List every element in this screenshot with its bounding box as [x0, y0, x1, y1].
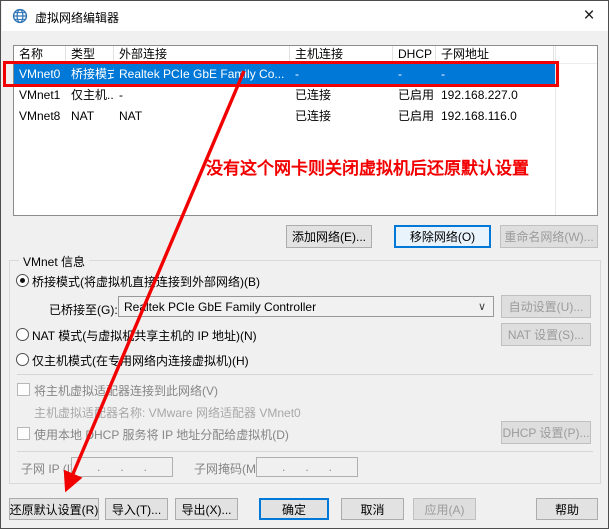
column-header-name[interactable]: 名称	[14, 46, 66, 64]
subnet-mask-input: . . .	[256, 457, 358, 477]
bridged-mode-radio[interactable]	[16, 274, 29, 287]
host-only-mode-radio-label[interactable]: 仅主机模式(在专用网络内连接虚拟机)(H)	[32, 352, 249, 369]
help-button[interactable]: 帮助	[536, 498, 598, 520]
cell-external: -	[114, 85, 290, 106]
title-bar: 虚拟网络编辑器 ×	[2, 1, 609, 31]
nat-mode-radio-label[interactable]: NAT 模式(与虚拟机共享主机的 IP 地址)(N)	[32, 327, 257, 344]
subnet-ip-label: 子网 IP (I):	[21, 460, 77, 477]
column-header-filler	[554, 46, 597, 64]
rename-network-button: 重命名网络(W)...	[500, 225, 598, 248]
cell-host: 已连接	[290, 85, 393, 106]
red-annotation-text: 没有这个网卡则关闭虚拟机后还原默认设置	[206, 154, 529, 179]
connect-host-adapter-checkbox-label: 将主机虚拟适配器连接到此网络(V)	[34, 382, 218, 399]
nat-settings-button: NAT 设置(S)...	[501, 323, 591, 346]
ok-button[interactable]: 确定	[259, 498, 329, 520]
subnet-mask-label: 子网掩码(M):	[194, 460, 263, 477]
column-header-type[interactable]: 类型	[66, 46, 114, 64]
auto-settings-button: 自动设置(U)...	[501, 295, 591, 318]
table-row-vmnet1[interactable]: VMnet1 仅主机... - 已连接 已启用 192.168.227.0	[14, 85, 554, 106]
bridged-to-label: 已桥接至(G):	[49, 301, 118, 318]
host-only-mode-radio[interactable]	[16, 353, 29, 366]
table-row-vmnet0[interactable]: VMnet0 桥接模式 Realtek PCIe GbE Family Co..…	[14, 64, 555, 85]
bridged-to-selected-value: Realtek PCIe GbE Family Controller	[119, 300, 478, 314]
column-header-dhcp[interactable]: DHCP	[393, 46, 436, 64]
import-button[interactable]: 导入(T)...	[105, 498, 168, 520]
virtual-network-editor-window: 虚拟网络编辑器 × 名称 类型 外部连接 主机连接 DHCP 子网地址 VMne…	[0, 0, 609, 529]
table-header: 名称 类型 外部连接 主机连接 DHCP 子网地址	[14, 46, 597, 64]
remove-network-button[interactable]: 移除网络(O)	[394, 225, 491, 248]
window-title: 虚拟网络编辑器	[35, 9, 119, 26]
cancel-button[interactable]: 取消	[341, 498, 404, 520]
bridged-mode-radio-label[interactable]: 桥接模式(将虚拟机直接连接到外部网络)(B)	[32, 273, 260, 290]
table-row-vmnet8[interactable]: VMnet8 NAT NAT 已连接 已启用 192.168.116.0	[14, 106, 554, 127]
cell-subnet: -	[436, 64, 554, 85]
apply-button: 应用(A)	[413, 498, 476, 520]
connect-host-adapter-checkbox	[17, 383, 30, 396]
host-adapter-name-text: 主机虚拟适配器名称: VMware 网络适配器 VMnet0	[34, 404, 301, 421]
cell-name: VMnet1	[14, 85, 66, 106]
local-dhcp-checkbox-label: 使用本地 DHCP 服务将 IP 地址分配给虚拟机(D)	[34, 426, 289, 443]
column-divider	[555, 46, 556, 215]
cell-subnet: 192.168.227.0	[436, 85, 554, 106]
nat-mode-radio[interactable]	[16, 328, 29, 341]
cell-dhcp: 已启用	[393, 106, 436, 127]
close-icon[interactable]: ×	[572, 2, 606, 29]
local-dhcp-checkbox	[17, 427, 30, 440]
dhcp-settings-button: DHCP 设置(P)...	[501, 421, 591, 444]
separator	[17, 451, 593, 452]
cell-dhcp: 已启用	[393, 85, 436, 106]
export-button[interactable]: 导出(X)...	[175, 498, 238, 520]
subnet-ip-input: . . .	[71, 457, 173, 477]
cell-type: 仅主机...	[66, 85, 114, 106]
cell-host: -	[290, 64, 393, 85]
network-table[interactable]: 名称 类型 外部连接 主机连接 DHCP 子网地址 VMnet0 桥接模式 Re…	[13, 45, 598, 216]
cell-type: NAT	[66, 106, 114, 127]
column-header-external[interactable]: 外部连接	[114, 46, 290, 64]
column-header-subnet[interactable]: 子网地址	[436, 46, 554, 64]
cell-external: NAT	[114, 106, 290, 127]
restore-defaults-button[interactable]: 还原默认设置(R)	[9, 498, 99, 520]
cell-type: 桥接模式	[66, 64, 114, 85]
cell-dhcp: -	[393, 64, 436, 85]
cell-host: 已连接	[290, 106, 393, 127]
cell-name: VMnet0	[14, 64, 66, 85]
separator	[17, 374, 593, 375]
cell-external: Realtek PCIe GbE Family Co...	[114, 64, 290, 85]
chevron-down-icon: ∨	[478, 300, 493, 313]
cell-subnet: 192.168.116.0	[436, 106, 554, 127]
cell-name: VMnet8	[14, 106, 66, 127]
add-network-button[interactable]: 添加网络(E)...	[286, 225, 372, 248]
network-globe-icon	[12, 8, 28, 24]
column-header-host[interactable]: 主机连接	[290, 46, 393, 64]
vmnet-info-group-title: VMnet 信息	[19, 253, 89, 270]
bridged-to-dropdown[interactable]: Realtek PCIe GbE Family Controller ∨	[118, 296, 494, 317]
